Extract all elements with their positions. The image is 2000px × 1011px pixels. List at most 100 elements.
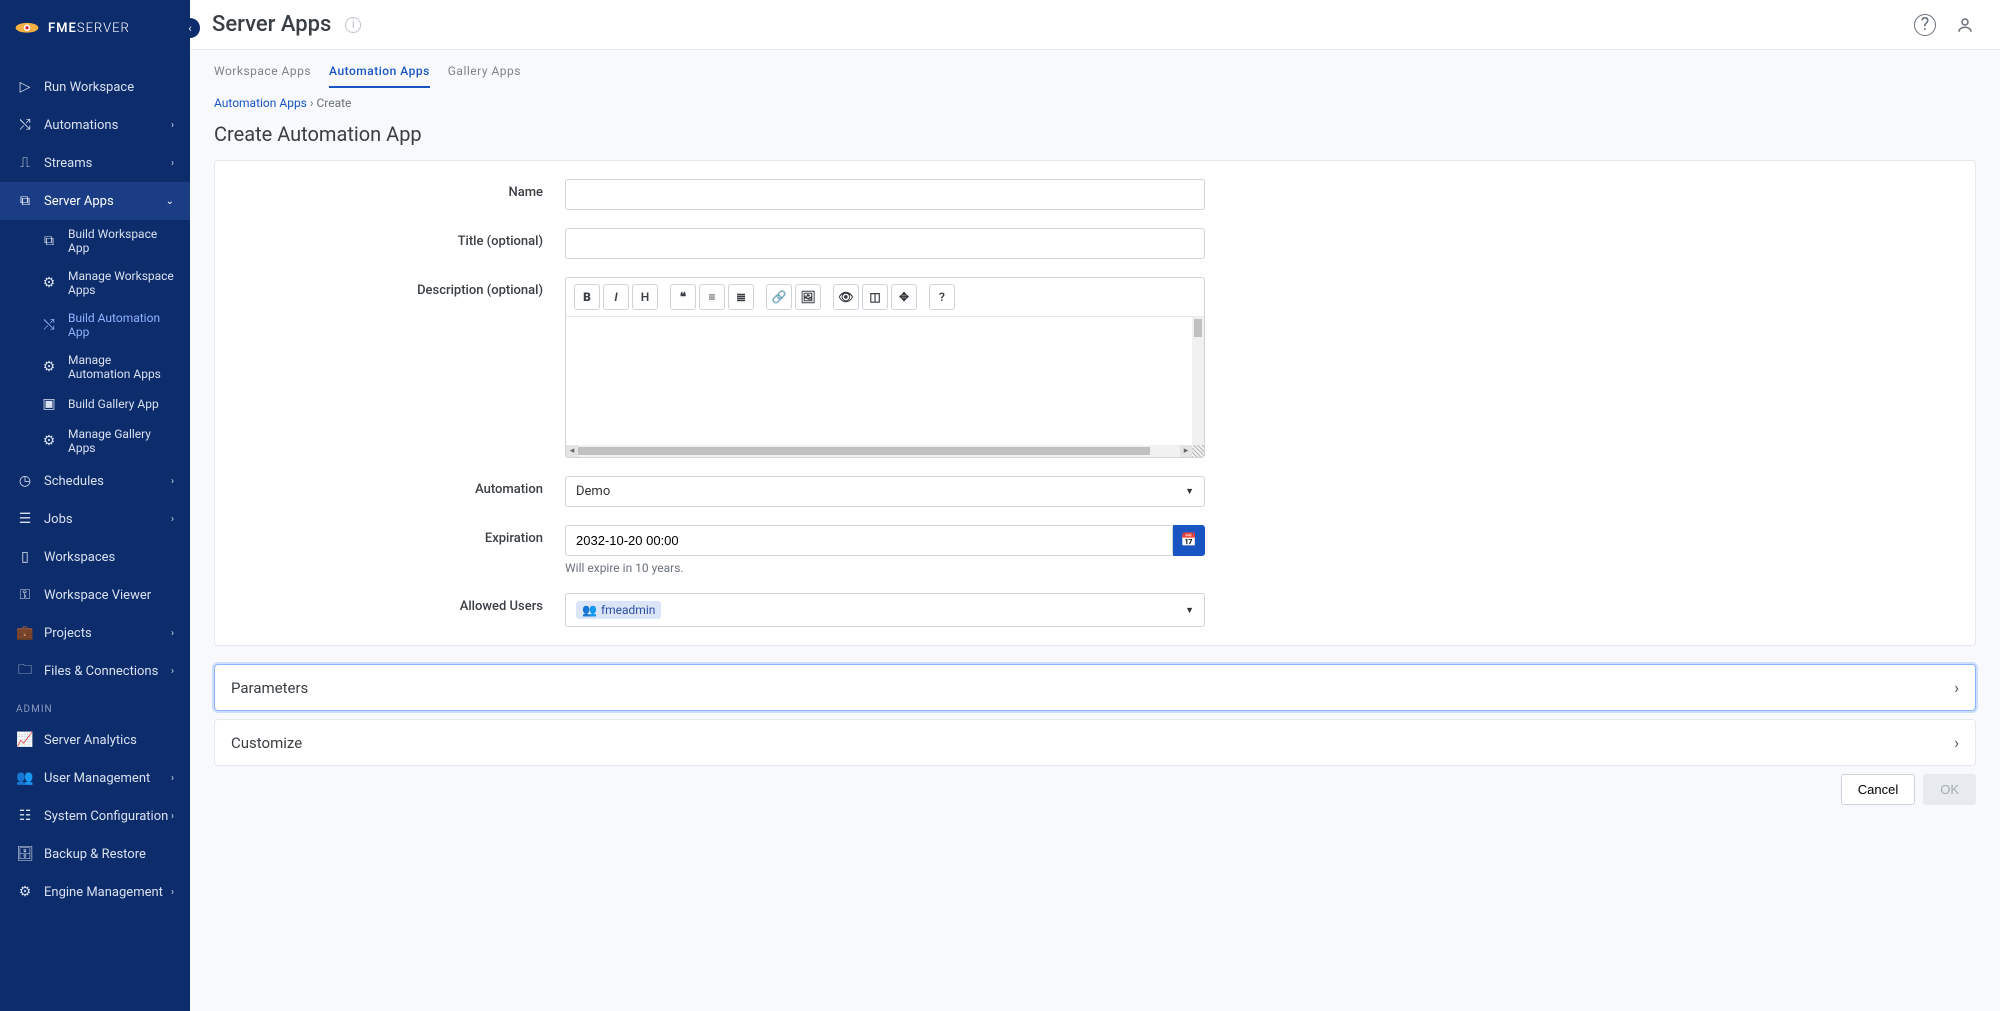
scroll-right-icon[interactable]: ▸	[1180, 445, 1192, 457]
title-label: Title (optional)	[225, 228, 565, 249]
sidebar-item-manage-automation-apps[interactable]: ⚙ Manage Automation Apps	[0, 346, 190, 388]
breadcrumb-root[interactable]: Automation Apps	[214, 96, 307, 110]
tab-automation-apps[interactable]: Automation Apps	[329, 64, 430, 88]
gear-icon: ⚙	[40, 358, 58, 376]
image-button[interactable]: 🖼	[795, 284, 821, 310]
name-label: Name	[225, 179, 565, 200]
sidebar-item-system-configuration[interactable]: ☷ System Configuration ›	[0, 797, 190, 835]
gear-icon: ⚙	[40, 274, 58, 292]
briefcase-icon: 💼	[16, 624, 34, 642]
gear-icon: ⚙	[40, 432, 58, 450]
editor-scrollbar-horizontal[interactable]: ◂ ▸	[566, 445, 1204, 457]
sidebar-item-manage-workspace-apps[interactable]: ⚙ Manage Workspace Apps	[0, 262, 190, 304]
name-input[interactable]	[565, 179, 1205, 210]
sidebar-item-run-workspace[interactable]: ▷ Run Workspace	[0, 68, 190, 106]
breadcrumb-leaf: Create	[316, 96, 351, 110]
heading-button[interactable]: H	[632, 284, 658, 310]
footer-actions: Cancel OK	[190, 774, 2000, 829]
users-icon: 👥	[582, 603, 597, 617]
sidebar-item-engine-management[interactable]: ⚙ Engine Management ›	[0, 873, 190, 911]
calendar-button[interactable]: 📅	[1173, 525, 1205, 556]
sidebar-item-server-analytics[interactable]: 📈 Server Analytics	[0, 721, 190, 759]
logo-text: FMESERVER	[48, 21, 130, 36]
sidebar-item-label: Automations	[44, 118, 118, 133]
main: Server Apps i ? Workspace Apps Automatio…	[190, 0, 2000, 1011]
sidebar-sub-server-apps: ⧉ Build Workspace App ⚙ Manage Workspace…	[0, 220, 190, 462]
tabs: Workspace Apps Automation Apps Gallery A…	[190, 50, 2000, 88]
sidebar-item-manage-gallery-apps[interactable]: ⚙ Manage Gallery Apps	[0, 420, 190, 462]
nav: ▷ Run Workspace ⤭ Automations › ⎍ Stream…	[0, 56, 190, 1011]
preview-button[interactable]: 👁	[833, 284, 859, 310]
breadcrumb-sep: ›	[310, 96, 314, 110]
info-icon[interactable]: i	[345, 17, 361, 33]
sidebar-item-workspace-viewer[interactable]: ⚿ Workspace Viewer	[0, 576, 190, 614]
doc-icon: ▯	[16, 548, 34, 566]
bold-button[interactable]: B	[574, 284, 600, 310]
sidebar-item-build-gallery-app[interactable]: ▣ Build Gallery App	[0, 388, 190, 420]
tab-workspace-apps[interactable]: Workspace Apps	[214, 64, 311, 88]
chevron-right-icon: ›	[171, 666, 174, 677]
sidebar-item-automations[interactable]: ⤭ Automations ›	[0, 106, 190, 144]
editor-scrollbar-vertical[interactable]	[1192, 317, 1204, 445]
chip-label: fmeadmin	[601, 603, 655, 617]
sidebar: ‹ FMESERVER ▷ Run Workspace ⤭ Automation…	[0, 0, 190, 1011]
fullscreen-button[interactable]: ✥	[891, 284, 917, 310]
sidebar-item-workspaces[interactable]: ▯ Workspaces	[0, 538, 190, 576]
sidebar-item-label: Manage Automation Apps	[68, 353, 174, 381]
sidebar-item-backup-restore[interactable]: 🗄 Backup & Restore	[0, 835, 190, 873]
ol-button[interactable]: ≣	[728, 284, 754, 310]
editor-toolbar: B I H ❝ ≡ ≣ 🔗	[566, 278, 1204, 317]
sidebar-item-projects[interactable]: 💼 Projects ›	[0, 614, 190, 652]
sidebar-item-jobs[interactable]: ☰ Jobs ›	[0, 500, 190, 538]
allowed-users-label: Allowed Users	[225, 593, 565, 614]
expiration-helper: Will expire in 10 years.	[565, 561, 1205, 575]
help-button[interactable]: ?	[929, 284, 955, 310]
resize-handle-icon[interactable]	[1192, 445, 1204, 457]
chevron-right-icon: ›	[1954, 678, 1959, 697]
topbar: Server Apps i ?	[190, 0, 2000, 50]
sidebar-item-build-workspace-app[interactable]: ⧉ Build Workspace App	[0, 220, 190, 262]
user-chip[interactable]: 👥 fmeadmin	[576, 601, 661, 619]
tab-gallery-apps[interactable]: Gallery Apps	[448, 64, 521, 88]
split-button[interactable]: ◫	[862, 284, 888, 310]
sidebar-item-streams[interactable]: ⎍ Streams ›	[0, 144, 190, 182]
breadcrumb: Automation Apps › Create	[190, 88, 2000, 114]
sidebar-item-label: Build Gallery App	[68, 397, 159, 411]
sidebar-collapse-button[interactable]: ‹	[180, 18, 200, 38]
cancel-button[interactable]: Cancel	[1841, 774, 1915, 805]
sidebar-item-files-connections[interactable]: 🗀 Files & Connections ›	[0, 652, 190, 690]
sidebar-item-user-management[interactable]: 👥 User Management ›	[0, 759, 190, 797]
sidebar-item-label: Server Analytics	[44, 733, 137, 748]
link-button[interactable]: 🔗	[766, 284, 792, 310]
automation-select[interactable]: Demo ▼	[565, 476, 1205, 507]
user-icon[interactable]	[1954, 14, 1976, 36]
sidebar-item-label: System Configuration	[44, 809, 168, 824]
scroll-left-icon[interactable]: ◂	[566, 445, 578, 457]
chevron-right-icon: ›	[171, 628, 174, 639]
logo[interactable]: FMESERVER	[0, 0, 190, 56]
quote-button[interactable]: ❝	[670, 284, 696, 310]
sidebar-item-label: Manage Workspace Apps	[68, 269, 174, 297]
ok-button[interactable]: OK	[1923, 774, 1976, 805]
sidebar-item-build-automation-app[interactable]: ⤭ Build Automation App	[0, 304, 190, 346]
sidebar-item-label: Workspaces	[44, 550, 115, 565]
sidebar-item-schedules[interactable]: ◷ Schedules ›	[0, 462, 190, 500]
description-textarea[interactable]	[566, 317, 1192, 445]
shuffle-icon: ⤭	[40, 316, 58, 334]
help-icon[interactable]: ?	[1914, 14, 1936, 36]
parameters-accordion[interactable]: Parameters ›	[214, 664, 1976, 711]
sidebar-item-label: Schedules	[44, 474, 104, 489]
expiration-input[interactable]	[565, 525, 1173, 556]
italic-button[interactable]: I	[603, 284, 629, 310]
chevron-down-icon: ⌄	[166, 196, 174, 207]
title-input[interactable]	[565, 228, 1205, 259]
allowed-users-select[interactable]: 👥 fmeadmin ▼	[565, 593, 1205, 627]
ul-button[interactable]: ≡	[699, 284, 725, 310]
sidebar-item-server-apps[interactable]: ⧉ Server Apps ⌄	[0, 182, 190, 220]
customize-accordion[interactable]: Customize ›	[214, 719, 1976, 766]
caret-down-icon: ▼	[1185, 605, 1194, 616]
sidebar-item-label: Run Workspace	[44, 80, 134, 95]
content: Workspace Apps Automation Apps Gallery A…	[190, 50, 2000, 1011]
play-icon: ▷	[16, 78, 34, 96]
topbar-actions: ?	[1914, 14, 1976, 36]
